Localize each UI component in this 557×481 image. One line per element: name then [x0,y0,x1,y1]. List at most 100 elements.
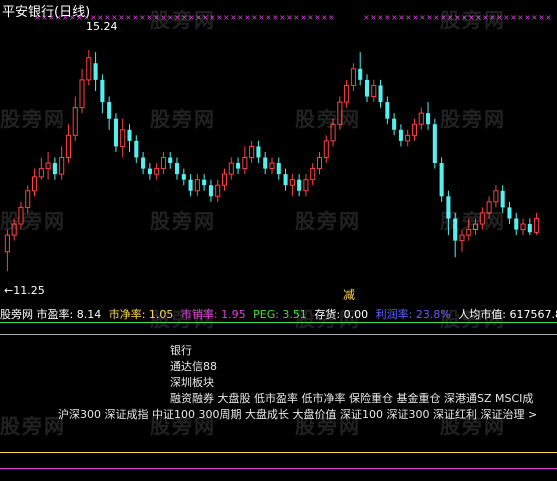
indicator-row: 股旁网 市盈率: 8.14 市净率: 1.05 市销率: 1.95 PEG: 3… [0,306,557,321]
per-capita-value: 人均市值: 617567.8 [458,308,557,321]
signal-marker: × [531,13,538,22]
candle [256,140,261,164]
watermark: 股旁网 [0,209,66,233]
watermark: 股旁网 [150,8,216,32]
signal-label: 减 [343,288,356,302]
candle [174,157,180,180]
signal-marker: × [405,13,412,22]
candle [45,151,51,180]
signal-marker: × [286,13,293,22]
signal-marker: × [321,13,328,22]
candle [249,140,255,164]
candle [276,157,281,180]
candle [208,179,213,202]
candle [507,201,512,225]
candle [520,218,526,236]
candle [113,113,118,152]
signal-marker: × [545,13,552,22]
candle [134,135,139,164]
candle [59,146,65,180]
candle [269,157,275,175]
ps-ratio: 市销率: 1.95 [180,308,246,321]
candle [323,135,329,164]
watermark: 股旁网 [295,107,361,131]
signal-marker: × [426,13,433,22]
candle [79,68,85,114]
signal-marker: × [279,13,286,22]
candle [38,157,44,180]
signal-marker: × [524,13,531,22]
candle [154,163,160,180]
signal-marker: × [384,13,391,22]
candle [181,168,186,186]
candle [221,168,228,191]
sector-tag: 融资融券 大盘股 低市盈率 低市净率 保险重仓 基金重仓 深港通SZ MSCI成 [170,392,534,405]
divider-line [0,452,557,453]
profit-margin: 利润率: 23.8% [375,308,451,321]
watermark: 股旁网 [295,209,361,233]
candle [358,52,363,86]
candle [228,157,234,180]
signal-marker: × [265,13,272,22]
candle [378,79,383,108]
signal-marker: × [538,13,545,22]
signal-marker: × [398,13,405,22]
candle [141,151,146,175]
signal-marker: × [244,13,251,22]
candlestick-chart[interactable]: × × × × × × × × × × × × × × × × × × × × × × × × × × × × × × × × × × × × × × × ×… [0,0,557,300]
watermark: 股旁网 [440,8,506,32]
candle [93,52,98,91]
signal-marker: × [370,13,377,22]
candle [350,63,356,91]
watermark: 股旁网 [150,107,216,131]
candle [120,118,126,158]
candle [160,151,166,175]
candle [168,151,173,169]
candle [52,157,57,180]
candle [385,96,390,125]
sector-tag: 深圳板块 [170,376,214,389]
candle [236,157,241,175]
signal-marker: × [237,13,244,22]
candle [263,151,268,175]
candle [418,107,424,130]
candle [527,218,532,236]
signal-marker: × [293,13,300,22]
candle [411,118,418,141]
candle [100,74,105,114]
divider-line [0,334,557,335]
candle [398,124,403,147]
candle [127,124,132,152]
candle [283,168,288,191]
signal-marker: × [132,13,139,22]
low-price-label: ←11.25 [4,284,45,297]
pb-ratio: 市净率: 1.05 [108,308,174,321]
candle [107,96,112,130]
watermark: 股旁网 [150,209,216,233]
signal-marker: × [307,13,314,22]
high-price-label: 15.24 [86,20,118,33]
signal-marker: × [328,13,335,22]
candle [392,113,397,136]
signal-marker: × [272,13,279,22]
signal-marker: × [433,13,440,22]
watermark: 股旁网 [440,209,506,233]
candle [65,124,71,164]
signal-marker: × [125,13,132,22]
candle [310,163,316,186]
candle [4,229,10,272]
candle [289,174,295,197]
signal-marker: × [314,13,321,22]
peg-ratio: PEG: 3.51 [253,308,307,321]
candle [188,174,193,197]
signal-marker: × [216,13,223,22]
signal-marker: × [300,13,307,22]
candle [31,168,38,197]
candle [534,212,540,236]
signal-marker: × [510,13,517,22]
candle [371,79,377,103]
chart-title: 平安银行(日线) [2,5,91,20]
candle [426,102,431,130]
signal-marker: × [251,13,258,22]
candle [303,174,309,197]
